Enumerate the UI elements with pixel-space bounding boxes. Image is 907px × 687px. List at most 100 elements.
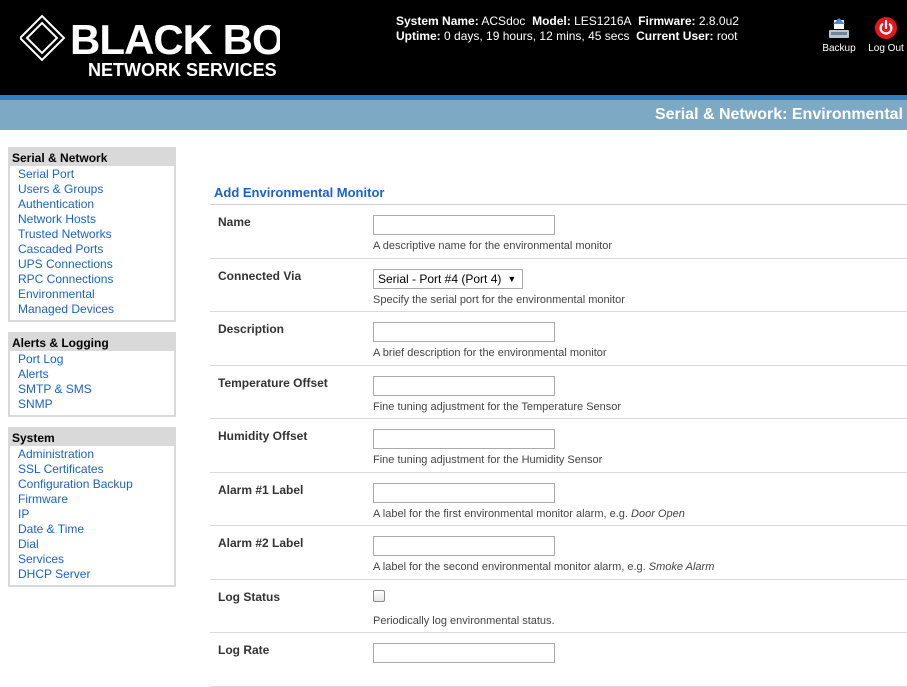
- sidebar-item-snmp[interactable]: SNMP: [18, 397, 174, 412]
- sidebar-item-ups-connections[interactable]: UPS Connections: [18, 257, 174, 272]
- field-help: Specify the serial port for the environm…: [373, 294, 625, 306]
- backup-label: Backup: [822, 43, 856, 54]
- field-label: Log Status: [218, 589, 280, 604]
- firmware-value: 2.8.0u2: [698, 14, 739, 28]
- alarm-1-label-input[interactable]: [373, 482, 555, 503]
- form-row-alarm-2-label: Alarm #2 Label A label for the second env…: [210, 526, 907, 580]
- form-row-log-rate: Log Rate: [210, 633, 907, 687]
- sidebar-item-smtp-sms[interactable]: SMTP & SMS: [18, 382, 174, 397]
- field-label: Temperature Offset: [218, 375, 328, 390]
- system-name-value: ACSdoc: [481, 14, 526, 28]
- sidebar-item-date-time[interactable]: Date & Time: [18, 522, 174, 537]
- field-help-text: Periodically log environmental status.: [373, 614, 555, 627]
- header: BLACK BOX NETWORK SERVICES System Name: …: [0, 0, 907, 95]
- field-label: Alarm #2 Label: [218, 536, 304, 550]
- uptime-key: Uptime:: [396, 29, 441, 43]
- field-help-example: Door Open: [631, 507, 685, 520]
- sidebar-item-services[interactable]: Services: [18, 552, 174, 567]
- select-value: Serial - Port #4 (Port 4): [378, 271, 502, 286]
- field-label: Connected Via: [218, 268, 302, 283]
- sidebar-item-authentication[interactable]: Authentication: [18, 197, 174, 212]
- field-help-text: Specify the serial port for the environm…: [373, 293, 625, 306]
- sidebar-item-configuration-backup[interactable]: Configuration Backup: [18, 477, 174, 492]
- sidebar-item-managed-devices[interactable]: Managed Devices: [18, 302, 174, 317]
- uptime-value: 0 days, 19 hours, 12 mins, 45 secs: [444, 29, 630, 43]
- system-info-line-2: Uptime: 0 days, 19 hours, 12 mins, 45 se…: [396, 29, 739, 44]
- sidebar-item-administration[interactable]: Administration: [18, 447, 174, 462]
- logout-button[interactable]: Log Out: [866, 16, 906, 54]
- nav-group-items: Port Log Alerts SMTP & SMS SNMP: [10, 351, 174, 415]
- nav-group: Alerts & Logging Port Log Alerts SMTP & SMS…: [8, 332, 176, 417]
- alarm-2-label-input[interactable]: [373, 536, 555, 556]
- field-help-text: Fine tuning adjustment for the Humidity …: [373, 454, 603, 466]
- field-help-text: A label for the second environmental mon…: [373, 561, 646, 573]
- field-label: Description: [218, 322, 285, 336]
- sidebar-item-rpc-connections[interactable]: RPC Connections: [18, 272, 174, 287]
- sidebar-item-alerts[interactable]: Alerts: [18, 367, 174, 382]
- form-row-alarm-1-label: Alarm #1 Label A label for the first envi…: [210, 473, 907, 526]
- main-content: Add Environmental Monitor Name A descript…: [210, 185, 907, 687]
- brand-name: BLACK BOX: [70, 16, 280, 63]
- nav-group-items: Serial Port Users & Groups Authentication N…: [10, 166, 174, 320]
- sidebar-item-environmental[interactable]: Environmental: [18, 287, 174, 302]
- log-status-checkbox[interactable]: [373, 589, 385, 602]
- field-help-example: Smoke Alarm: [648, 561, 715, 573]
- field-help: Fine tuning adjustment for the Humidity …: [373, 454, 602, 466]
- field-help: A brief description for the environmenta…: [373, 347, 607, 359]
- brand-logo[interactable]: BLACK BOX NETWORK SERVICES: [20, 14, 280, 80]
- chevron-down-icon: ▼: [507, 273, 517, 284]
- sidebar-item-serial-port[interactable]: Serial Port: [18, 167, 174, 182]
- backup-button[interactable]: Backup: [819, 16, 859, 54]
- description-input[interactable]: [373, 322, 555, 342]
- model-value: LES1216A: [574, 14, 632, 28]
- form-rows: Name A descriptive name for the environme…: [210, 205, 907, 687]
- field-help: A label for the second environmental mon…: [373, 561, 714, 573]
- sidebar-item-firmware[interactable]: Firmware: [18, 492, 174, 507]
- page-title: Serial & Network: Environmental: [654, 106, 903, 123]
- power-icon: [875, 17, 897, 39]
- name-input[interactable]: [373, 215, 555, 235]
- firmware-key: Firmware:: [638, 14, 696, 28]
- form-row-log-status: Log Status Periodically log environmental…: [210, 580, 907, 633]
- title-bar: Serial & Network: Environmental: [0, 100, 907, 130]
- current-user-value: root: [716, 29, 738, 43]
- nav-group-items: Administration SSL Certificates Configurat…: [10, 446, 174, 585]
- sidebar: Serial & Network Serial Port Users & Group…: [8, 147, 176, 597]
- backup-icon: [829, 18, 849, 38]
- system-name-key: System Name:: [396, 14, 479, 28]
- nav-group-title: System: [12, 431, 55, 445]
- sidebar-item-dhcp-server[interactable]: DHCP Server: [18, 567, 174, 582]
- field-help-text: A brief description for the environmenta…: [373, 347, 607, 359]
- nav-group: Serial & Network Serial Port Users & Group…: [8, 147, 176, 322]
- log-rate-input[interactable]: [373, 643, 555, 663]
- sidebar-item-network-hosts[interactable]: Network Hosts: [18, 212, 174, 227]
- nav-group-title: Serial & Network: [12, 151, 108, 165]
- nav-group: System Administration SSL Certificates Conf…: [8, 427, 176, 587]
- sidebar-item-dial[interactable]: Dial: [18, 537, 174, 552]
- form-title: Add Environmental Monitor: [210, 185, 907, 205]
- brand-tagline: NETWORK SERVICES: [88, 60, 277, 80]
- system-info-line-1: System Name: ACSdoc Model: LES1216A Firm…: [396, 14, 739, 29]
- field-help: A descriptive name for the environmental…: [373, 240, 612, 252]
- nav-group-title: Alerts & Logging: [12, 336, 109, 350]
- form-row-temperature-offset: Temperature Offset Fine tuning adjustment…: [210, 366, 907, 419]
- connected-via-select[interactable]: Serial - Port #4 (Port 4) ▼: [373, 268, 524, 289]
- temperature-offset-input[interactable]: [373, 375, 555, 396]
- sidebar-item-ip[interactable]: IP: [18, 507, 174, 522]
- sidebar-item-port-log[interactable]: Port Log: [18, 352, 174, 367]
- field-label: Alarm #1 Label: [218, 482, 304, 497]
- sidebar-item-trusted-networks[interactable]: Trusted Networks: [18, 227, 174, 242]
- sidebar-item-users-groups[interactable]: Users & Groups: [18, 182, 174, 197]
- field-help: Periodically log environmental status.: [373, 615, 555, 627]
- form-row-connected-via: Connected Via Serial - Port #4 (Port 4) ▼ S…: [210, 259, 907, 312]
- sidebar-item-ssl-certificates[interactable]: SSL Certificates: [18, 462, 174, 477]
- form-row-description: Description A brief description for the e…: [210, 312, 907, 366]
- field-help: A label for the first environmental moni…: [373, 508, 685, 520]
- form-row-name: Name A descriptive name for the environme…: [210, 205, 907, 259]
- diamond-logo-icon: BLACK BOX NETWORK SERVICES: [20, 14, 280, 80]
- sidebar-item-cascaded-ports[interactable]: Cascaded Ports: [18, 242, 174, 257]
- humidity-offset-input[interactable]: [373, 429, 555, 449]
- system-info: System Name: ACSdoc Model: LES1216A Firm…: [396, 14, 739, 44]
- field-help-text: A descriptive name for the environmental…: [373, 240, 613, 252]
- field-label: Log Rate: [218, 643, 270, 657]
